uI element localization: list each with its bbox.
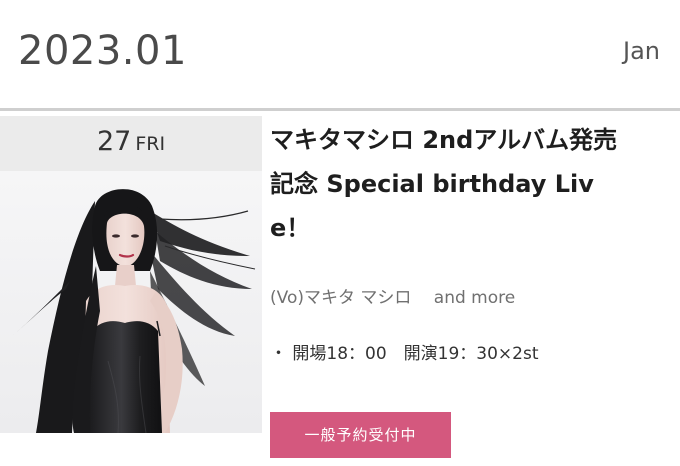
event-performers: (Vo)マキタ マシロ and more — [270, 288, 516, 308]
month-english-label: Jan — [623, 37, 660, 65]
event-weekday: FRI — [135, 133, 166, 155]
month-header: 2023.01 Jan — [0, 0, 680, 108]
event-date-box: 27 FRI — [0, 116, 262, 171]
header-divider — [0, 108, 680, 111]
event-date: 27 FRI — [0, 126, 262, 157]
event-schedule: ・ 開場18：00 開演19：30×2st — [270, 344, 539, 364]
reservation-button[interactable]: 一般予約受付中 — [270, 412, 451, 458]
schedule-page: 2023.01 Jan 27 FRI マキタマシロ 2ndアルバム発売記念 Sp… — [0, 0, 680, 466]
event-title[interactable]: マキタマシロ 2ndアルバム発売記念 Special birthday Live… — [270, 118, 620, 250]
artist-photo-image — [0, 171, 262, 433]
year-month-heading: 2023.01 — [18, 28, 187, 74]
artist-photo — [0, 171, 262, 433]
event-day-number: 27 — [96, 126, 132, 157]
